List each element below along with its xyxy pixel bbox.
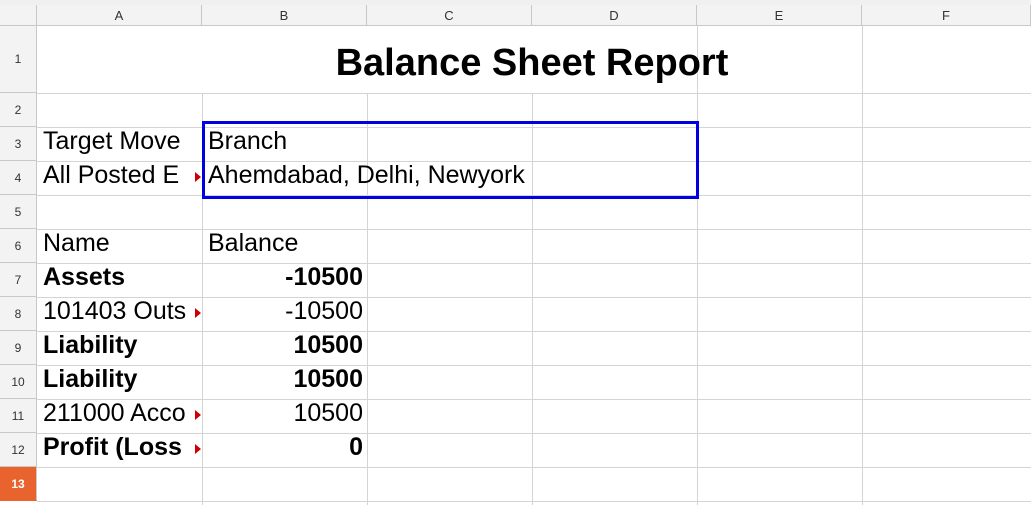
cell-b12[interactable]: 0 bbox=[208, 435, 363, 460]
cell-a12[interactable]: Profit (Loss bbox=[43, 435, 195, 460]
cell-b6[interactable]: Balance bbox=[208, 231, 298, 256]
cell-b10[interactable]: 10500 bbox=[208, 367, 363, 392]
cell-b7[interactable]: -10500 bbox=[208, 265, 363, 290]
cell-selection-range[interactable] bbox=[202, 121, 699, 199]
grid bbox=[37, 26, 1031, 505]
row-header-1[interactable]: 1 bbox=[0, 26, 37, 93]
overflow-indicator-icon bbox=[195, 410, 201, 420]
row-header-9[interactable]: 9 bbox=[0, 331, 37, 365]
cell-a10[interactable]: Liability bbox=[43, 367, 137, 392]
cell-b11[interactable]: 10500 bbox=[208, 401, 363, 426]
row-header-12[interactable]: 12 bbox=[0, 433, 37, 467]
column-header-f[interactable]: F bbox=[862, 5, 1031, 26]
report-title: Balance Sheet Report bbox=[335, 42, 729, 84]
row-header-10[interactable]: 10 bbox=[0, 365, 37, 399]
cell-a11[interactable]: 211000 Acco bbox=[43, 401, 195, 426]
cell-a3[interactable]: Target Move bbox=[43, 129, 198, 154]
row-header-2[interactable]: 2 bbox=[0, 93, 37, 127]
overflow-indicator-icon bbox=[195, 444, 201, 454]
select-all-corner[interactable] bbox=[0, 5, 37, 26]
row-header-5[interactable]: 5 bbox=[0, 195, 37, 229]
cell-a7[interactable]: Assets bbox=[43, 265, 125, 290]
overflow-indicator-icon bbox=[195, 308, 201, 318]
column-header-e[interactable]: E bbox=[697, 5, 862, 26]
row-header-4[interactable]: 4 bbox=[0, 161, 37, 195]
cell-a6[interactable]: Name bbox=[43, 231, 110, 256]
overflow-indicator-icon bbox=[195, 172, 201, 182]
cell-b9[interactable]: 10500 bbox=[208, 333, 363, 358]
row-header-6[interactable]: 6 bbox=[0, 229, 37, 263]
column-header-c[interactable]: C bbox=[367, 5, 532, 26]
row-header-8[interactable]: 8 bbox=[0, 297, 37, 331]
cell-b8[interactable]: -10500 bbox=[208, 299, 363, 324]
column-header-a[interactable]: A bbox=[37, 5, 202, 26]
cell-a8[interactable]: 101403 Outs bbox=[43, 299, 195, 324]
row-header-11[interactable]: 11 bbox=[0, 399, 37, 433]
cell-a9[interactable]: Liability bbox=[43, 333, 137, 358]
cell-a4[interactable]: All Posted E bbox=[43, 163, 195, 188]
column-header-b[interactable]: B bbox=[202, 5, 367, 26]
column-header-d[interactable]: D bbox=[532, 5, 697, 26]
row-header-13[interactable]: 13 bbox=[0, 467, 37, 501]
row-header-3[interactable]: 3 bbox=[0, 127, 37, 161]
row-header-7[interactable]: 7 bbox=[0, 263, 37, 297]
